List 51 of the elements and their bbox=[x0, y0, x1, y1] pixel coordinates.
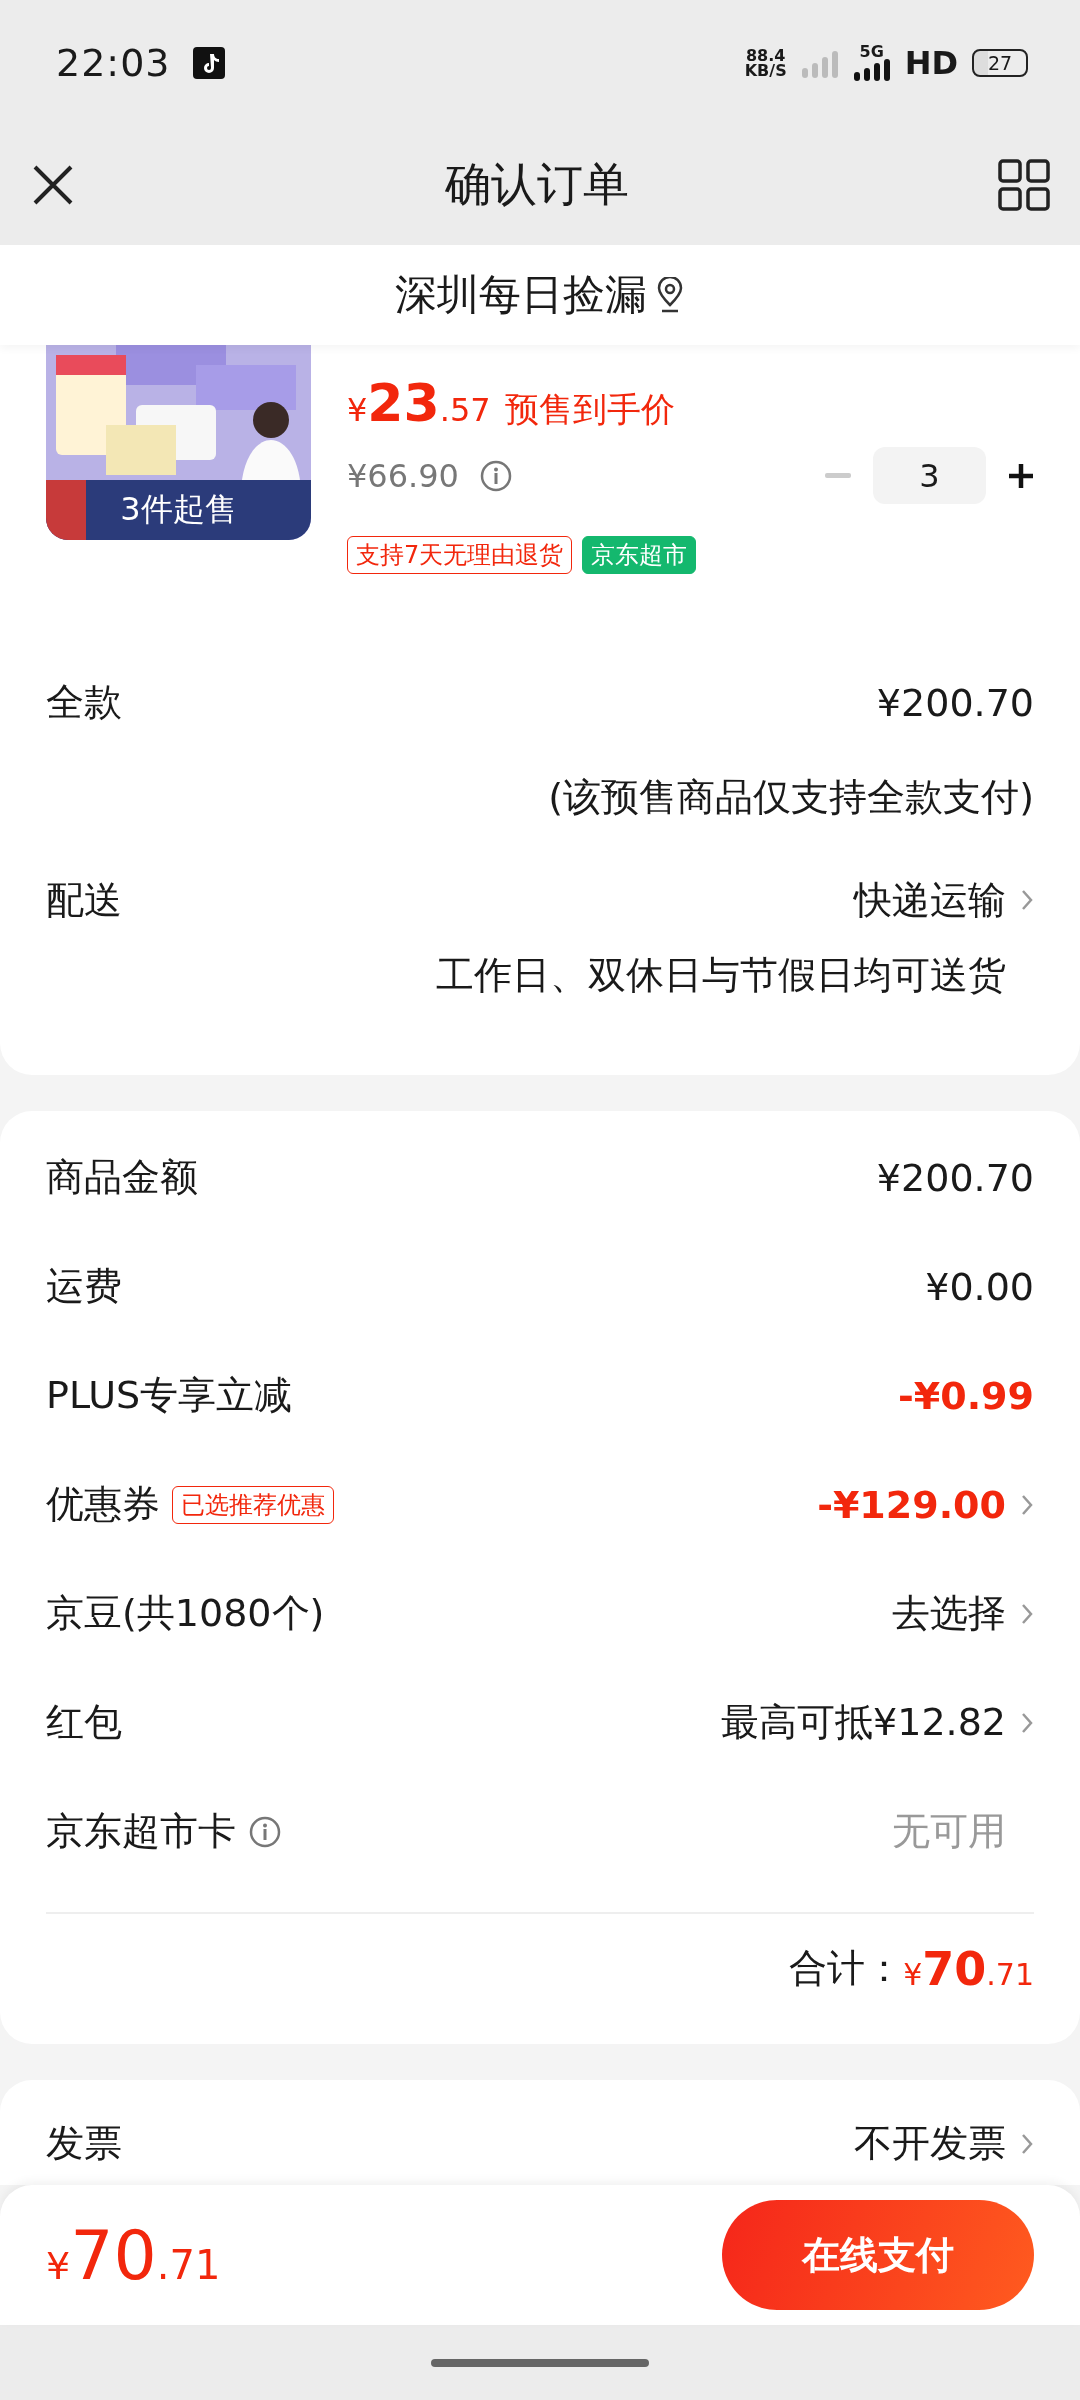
speed-value: 88.4 bbox=[745, 47, 786, 63]
info-icon[interactable] bbox=[478, 458, 513, 493]
battery-indicator: 27 bbox=[972, 48, 1028, 77]
row-value: ¥200.70 bbox=[876, 1155, 1034, 1200]
row-label: 优惠券 bbox=[46, 1481, 160, 1528]
channel-tag: 京东超市 bbox=[582, 536, 697, 574]
row-value[interactable]: -¥129.00 bbox=[817, 1482, 1006, 1527]
min-quantity-label: 3件起售 bbox=[119, 489, 238, 530]
row-label: PLUS专享立减 bbox=[46, 1372, 293, 1419]
row-label: 发票 bbox=[46, 2120, 122, 2167]
row-label: 红包 bbox=[46, 1699, 122, 1746]
row-value: -¥0.99 bbox=[898, 1373, 1034, 1418]
invoice-value[interactable]: 不开发票 bbox=[854, 2118, 1034, 2169]
delivery-note: 工作日、双休日与节假日均可送货 bbox=[436, 951, 1006, 999]
price-label: 预售到手价 bbox=[504, 388, 675, 431]
quantity-field[interactable]: 3 bbox=[873, 447, 986, 504]
total-amount: ¥70.71 bbox=[903, 1941, 1034, 1996]
original-price: ¥66.90 bbox=[347, 456, 459, 495]
payment-amount: ¥200.70 bbox=[876, 680, 1034, 725]
speed-unit: KB/S bbox=[744, 62, 787, 78]
footer-total: ¥70.71 bbox=[46, 2215, 221, 2295]
info-icon[interactable] bbox=[248, 1814, 282, 1849]
row-label: 全款 bbox=[46, 679, 122, 726]
signal-icon bbox=[852, 59, 891, 81]
row-label: 运费 bbox=[46, 1263, 122, 1310]
grid-icon[interactable] bbox=[998, 159, 1050, 211]
status-time: 22:03 bbox=[56, 40, 171, 85]
plus-icon[interactable] bbox=[1008, 462, 1034, 489]
payment-note: (该预售商品仅支持全款支付) bbox=[548, 774, 1034, 821]
music-note-icon bbox=[192, 46, 225, 79]
pay-button[interactable]: 在线支付 bbox=[722, 2200, 1034, 2310]
row-label: 京豆(共1080个) bbox=[46, 1590, 325, 1637]
network-type: 5G bbox=[859, 44, 884, 59]
return-policy-tag: 支持7天无理由退货 bbox=[347, 536, 573, 574]
row-value[interactable]: 最高可抵¥12.82 bbox=[721, 1697, 1006, 1748]
coupon-badge: 已选推荐优惠 bbox=[172, 1485, 334, 1524]
page-title: 确认订单 bbox=[445, 156, 629, 213]
hd-indicator: HD bbox=[904, 43, 958, 82]
total-label: 合计： bbox=[789, 1945, 904, 1992]
location-pin-icon bbox=[655, 277, 685, 313]
delivery-method[interactable]: 快递运输 bbox=[854, 874, 1034, 926]
row-label: 配送 bbox=[46, 876, 122, 924]
row-label: 商品金额 bbox=[46, 1154, 198, 1201]
home-indicator[interactable] bbox=[431, 2358, 649, 2367]
store-name: 深圳每日捡漏 bbox=[395, 269, 647, 321]
row-value: 无可用 bbox=[892, 1808, 1007, 1855]
chevron-right-icon bbox=[1020, 888, 1034, 912]
row-label: 京东超市卡 bbox=[46, 1808, 236, 1855]
row-value[interactable]: 去选择 bbox=[892, 1588, 1006, 1639]
row-value: ¥0.00 bbox=[925, 1264, 1034, 1309]
presale-price: ¥23.57 bbox=[347, 373, 491, 433]
